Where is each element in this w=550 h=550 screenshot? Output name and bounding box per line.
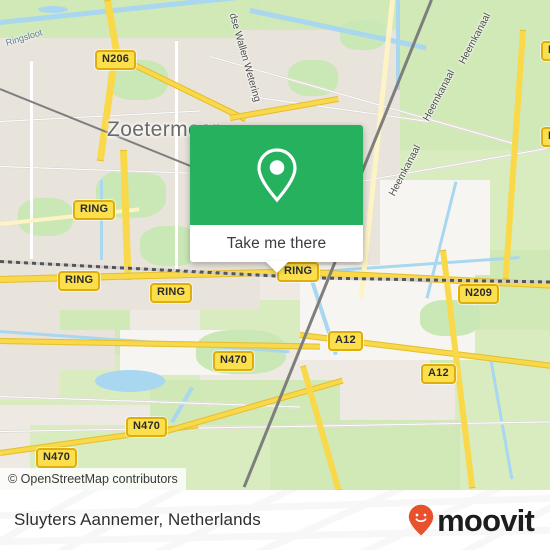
map-lake — [38, 6, 68, 13]
location-title: Sluyters Aannemer, Netherlands — [14, 510, 261, 529]
map-attribution[interactable]: © OpenStreetMap contributors — [0, 468, 186, 490]
road-shield: RING — [73, 200, 116, 220]
road-shield: N470 — [213, 351, 255, 371]
location-popup-card[interactable]: Take me there — [190, 125, 363, 273]
moovit-brand[interactable]: moovit — [408, 490, 535, 550]
road-shield: N206 — [95, 50, 137, 70]
popup-pointer — [264, 261, 289, 273]
road-shield: RING — [150, 283, 193, 303]
map-road-minor — [175, 40, 178, 270]
map-green-area — [270, 420, 460, 490]
map-canvas[interactable]: Ringsloot dse Wallen Wetering Heemkanaal H… — [0, 0, 550, 490]
map-waterway — [100, 180, 103, 260]
road-shield: RING — [58, 271, 101, 291]
screenshot-root: Ringsloot dse Wallen Wetering Heemkanaal H… — [0, 0, 550, 550]
road-shield: A12 — [421, 364, 456, 384]
road-shield: N — [541, 41, 550, 61]
road-shield: N — [541, 127, 550, 147]
moovit-pin-icon — [408, 504, 434, 536]
take-me-there-button[interactable]: Take me there — [190, 225, 363, 262]
map-pin-icon — [256, 148, 297, 203]
popup-header — [190, 125, 363, 225]
footer-bar: Sluyters Aannemer, Netherlands moovit — [0, 490, 550, 550]
map-lake — [95, 370, 165, 392]
road-shield: N209 — [458, 284, 500, 304]
map-road-minor — [30, 60, 33, 260]
road-shield: N470 — [36, 448, 78, 468]
road-shield: A12 — [328, 331, 363, 351]
road-shield: N470 — [126, 417, 168, 437]
moovit-wordmark: moovit — [437, 502, 535, 538]
